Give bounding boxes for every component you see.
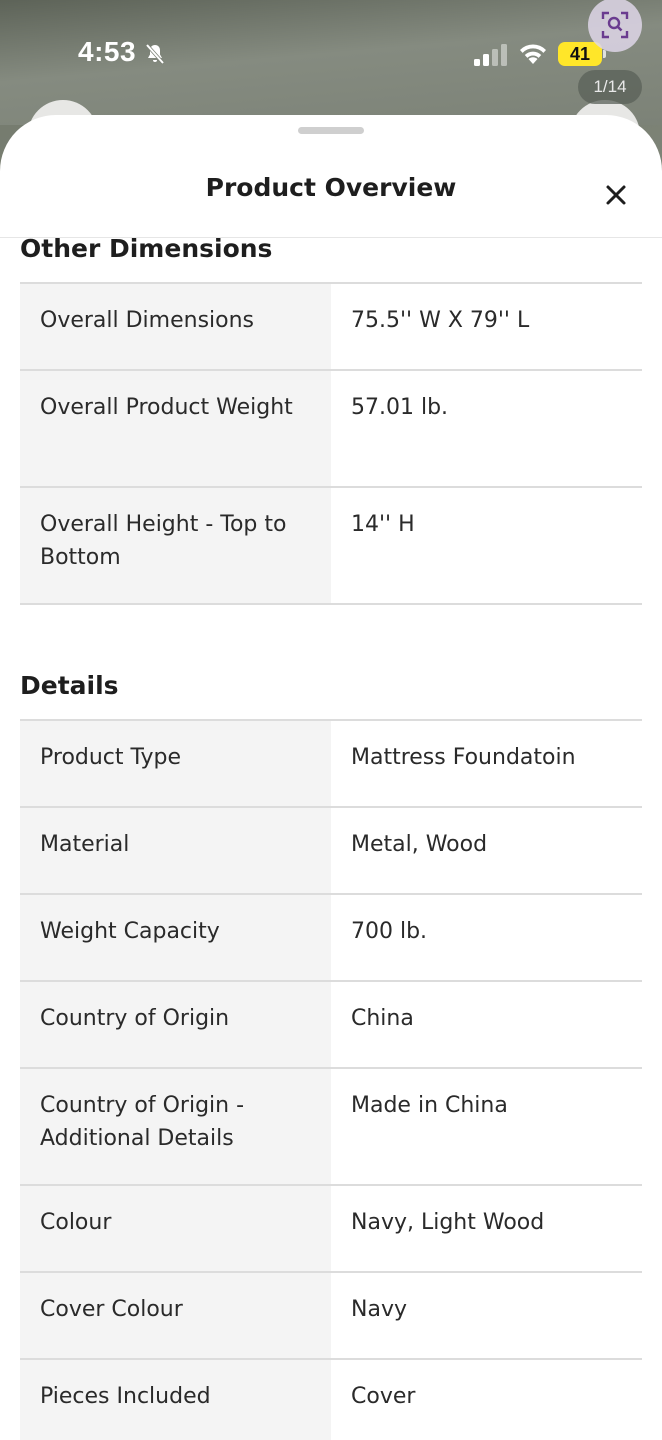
table-row: Material Metal, Wood — [20, 808, 642, 895]
table-row: Overall Height - Top to Bottom 14'' H — [20, 488, 642, 605]
spec-label: Overall Dimensions — [20, 284, 331, 369]
table-row: Product Type Mattress Foundatoin — [20, 721, 642, 808]
table-row: Colour Navy, Light Wood — [20, 1186, 642, 1273]
spec-label: Overall Product Weight — [20, 371, 331, 486]
spec-label: Colour — [20, 1186, 331, 1271]
table-row: Country of Origin - Additional Details M… — [20, 1069, 642, 1186]
wifi-icon — [520, 44, 546, 64]
battery-nub — [603, 50, 606, 58]
cellular-signal-icon — [474, 44, 507, 66]
details-heading-wrap: Details — [20, 605, 642, 719]
spec-value: 14'' H — [331, 488, 642, 603]
sheet-title: Product Overview — [205, 173, 457, 202]
spec-value: 57.01 lb. — [331, 371, 642, 486]
status-bar: 4:53 41 — [0, 0, 662, 110]
other-dimensions-heading: Other Dimensions — [20, 234, 273, 263]
sheet-header: Product Overview — [0, 115, 662, 238]
image-counter: 1/14 — [578, 70, 642, 104]
table-row: Weight Capacity 700 lb. — [20, 895, 642, 982]
spec-label: Product Type — [20, 721, 331, 806]
spec-value: China — [331, 982, 642, 1067]
spec-label: Pieces Included — [20, 1360, 331, 1440]
spec-value: Mattress Foundatoin — [331, 721, 642, 806]
status-time: 4:53 — [78, 36, 137, 67]
spec-label: Material — [20, 808, 331, 893]
product-overview-content: Other Dimensions Overall Dimensions 75.5… — [20, 234, 642, 1440]
spec-value: Made in China — [331, 1069, 642, 1184]
table-row: Overall Product Weight 57.01 lb. — [20, 371, 642, 488]
details-table: Product Type Mattress Foundatoin Materia… — [20, 719, 642, 1440]
spec-value: Metal, Wood — [331, 808, 642, 893]
spec-label: Cover Colour — [20, 1273, 331, 1358]
spec-label: Overall Height - Top to Bottom — [20, 488, 331, 603]
other-dimensions-table: Overall Dimensions 75.5'' W X 79'' L Ove… — [20, 282, 642, 605]
spec-value: Navy — [331, 1273, 642, 1358]
spec-label: Country of Origin - Additional Details — [20, 1069, 331, 1184]
spec-value: Navy, Light Wood — [331, 1186, 642, 1271]
table-row: Pieces Included Cover — [20, 1360, 642, 1440]
battery-icon: 41 — [558, 42, 602, 66]
table-row: Cover Colour Navy — [20, 1273, 642, 1360]
details-heading: Details — [20, 671, 119, 700]
image-search-icon — [601, 11, 629, 39]
bell-off-icon — [145, 43, 165, 65]
spec-label: Weight Capacity — [20, 895, 331, 980]
spec-label: Country of Origin — [20, 982, 331, 1067]
close-icon[interactable] — [598, 177, 634, 213]
product-overview-sheet: Product Overview Other Dimensions Overal… — [0, 115, 662, 1440]
spec-value: 75.5'' W X 79'' L — [331, 284, 642, 369]
other-dimensions-heading-wrap: Other Dimensions — [20, 234, 642, 282]
table-row: Overall Dimensions 75.5'' W X 79'' L — [20, 284, 642, 371]
spec-value: 700 lb. — [331, 895, 642, 980]
visual-search-button[interactable] — [588, 0, 642, 52]
spec-value: Cover — [331, 1360, 642, 1440]
table-row: Country of Origin China — [20, 982, 642, 1069]
